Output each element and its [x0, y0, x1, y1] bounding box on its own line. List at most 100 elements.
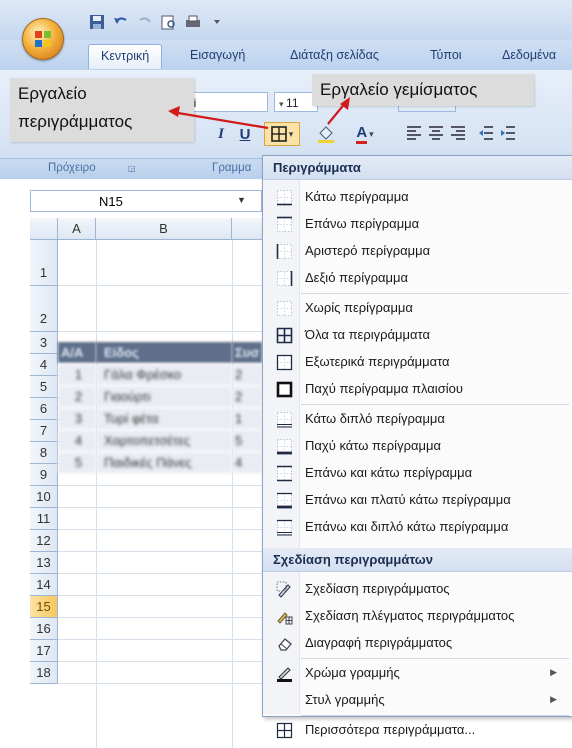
menu-item-thick-box-border[interactable]: Παχύ περίγραμμα πλαισίου — [263, 376, 572, 403]
menu-item-top-bottom-border[interactable]: Επάνω και κάτω περίγραμμα — [263, 460, 572, 487]
row-header[interactable]: 18 — [30, 662, 58, 684]
column-header-b[interactable]: B — [96, 218, 232, 240]
draw-border-grid-icon — [277, 612, 293, 625]
menu-item-draw-border[interactable]: Σχεδίαση περιγράμματος — [263, 576, 572, 603]
table-header-cell: Είδος — [96, 342, 232, 363]
table-cell[interactable]: Χαρτοπετσέτες — [96, 430, 232, 451]
menu-header-borders: Περιγράμματα — [263, 156, 572, 180]
outside-borders-icon — [276, 354, 293, 371]
menu-separator — [301, 658, 569, 659]
row-header[interactable]: 4 — [30, 354, 58, 376]
more-borders-icon — [276, 722, 293, 739]
menu-item-line-style[interactable]: Στυλ γραμμής ▶ — [263, 687, 572, 714]
column-header-a[interactable]: A — [58, 218, 96, 240]
table-cell[interactable]: 5 — [232, 430, 262, 451]
menu-item-label: Επάνω περίγραμμα — [305, 216, 420, 231]
menu-item-label: Διαγραφή περιγράμματος — [305, 635, 453, 650]
table-cell[interactable]: 1 — [58, 364, 96, 385]
bottom-double-border-icon — [277, 412, 292, 428]
row-header[interactable]: 9 — [30, 464, 58, 486]
no-border-icon — [277, 301, 292, 316]
menu-item-label: Εξωτερικά περιγράμματα — [305, 354, 450, 369]
menu-item-thick-bottom-border[interactable]: Παχύ κάτω περίγραμμα — [263, 433, 572, 460]
menu-item-draw-border-grid[interactable]: Σχεδίαση πλέγματος περιγράμματος — [263, 603, 572, 630]
row-header[interactable]: 17 — [30, 640, 58, 662]
thick-box-border-icon — [276, 381, 293, 398]
row-header[interactable]: 10 — [30, 486, 58, 508]
left-border-icon — [276, 244, 292, 259]
row-header[interactable]: 16 — [30, 618, 58, 640]
row-header[interactable]: 5 — [30, 376, 58, 398]
table-header-cell: Α/Α — [58, 342, 96, 363]
menu-separator — [301, 293, 569, 294]
top-double-bottom-border-icon — [277, 519, 292, 536]
row-header[interactable]: 1 — [30, 240, 58, 286]
row-header[interactable]: 3 — [30, 332, 58, 354]
all-borders-icon — [276, 327, 293, 344]
table-cell[interactable]: 5 — [58, 452, 96, 473]
menu-item-top-double-bottom-border[interactable]: Επάνω και διπλό κάτω περίγραμμα — [263, 514, 572, 541]
menu-item-label: Κάτω διπλό περίγραμμα — [305, 411, 445, 426]
row-header[interactable]: 8 — [30, 442, 58, 464]
menu-item-label: Επάνω και πλατύ κάτω περίγραμμα — [305, 492, 511, 507]
row-header[interactable]: 13 — [30, 552, 58, 574]
menu-item-label: Σχεδίαση περιγράμματος — [305, 581, 450, 596]
menu-item-erase-border[interactable]: Διαγραφή περιγράμματος — [263, 630, 572, 657]
table-cell[interactable]: Παιδικές Πάνες — [96, 452, 232, 473]
table-cell[interactable]: 2 — [58, 386, 96, 407]
table-header-cell: Συσ — [232, 342, 262, 363]
menu-item-label: Περισσότερα περιγράμματα... — [305, 722, 476, 737]
menu-item-left-border[interactable]: Αριστερό περίγραμμα — [263, 238, 572, 265]
menu-item-label: Χωρίς περίγραμμα — [305, 300, 413, 315]
right-border-icon — [277, 271, 293, 286]
menu-item-bottom-double-border[interactable]: Κάτω διπλό περίγραμμα — [263, 406, 572, 433]
table-cell[interactable]: 4 — [58, 430, 96, 451]
row-header[interactable]: 14 — [30, 574, 58, 596]
row-header[interactable]: 11 — [30, 508, 58, 530]
top-bottom-border-icon — [277, 465, 292, 482]
menu-item-label: Όλα τα περιγράμματα — [305, 327, 430, 342]
table-cell[interactable]: 2 — [232, 386, 262, 407]
menu-item-all-borders[interactable]: Όλα τα περιγράμματα — [263, 322, 572, 349]
table-cell[interactable]: 2 — [232, 364, 262, 385]
table-cell[interactable]: 4 — [232, 452, 262, 473]
row-header[interactable]: 6 — [30, 398, 58, 420]
table-cell[interactable]: 3 — [58, 408, 96, 429]
menu-item-outside-borders[interactable]: Εξωτερικά περιγράμματα — [263, 349, 572, 376]
border-callout-arrowhead — [168, 106, 180, 117]
menu-item-label: Παχύ κάτω περίγραμμα — [305, 438, 441, 453]
menu-item-bottom-border[interactable]: Κάτω περίγραμμα — [263, 184, 572, 211]
line-style-icon — [276, 692, 293, 709]
row-header[interactable]: 15 — [30, 596, 58, 618]
menu-item-right-border[interactable]: Δεξιό περίγραμμα — [263, 265, 572, 292]
menu-item-no-border[interactable]: Χωρίς περίγραμμα — [263, 295, 572, 322]
row-header[interactable]: 2 — [30, 286, 58, 332]
top-thick-bottom-border-icon — [277, 492, 292, 509]
top-border-icon — [277, 216, 292, 232]
thick-bottom-border-icon — [277, 439, 292, 455]
table-cell[interactable]: Γάλα Φρέσκο — [96, 364, 232, 385]
menu-item-top-thick-bottom-border[interactable]: Επάνω και πλατύ κάτω περίγραμμα — [263, 487, 572, 514]
menu-item-label: Χρώμα γραμμής — [305, 665, 400, 680]
border-callout-arrow — [171, 110, 269, 130]
menu-item-label: Παχύ περίγραμμα πλαισίου — [305, 381, 463, 396]
menu-header-draw-borders: Σχεδίαση περιγραμμάτων — [263, 548, 572, 572]
submenu-arrow-icon: ▶ — [550, 694, 557, 704]
menu-item-more-borders[interactable]: Περισσότερα περιγράμματα... — [263, 717, 572, 744]
table-cell[interactable]: Γιαούρτι — [96, 386, 232, 407]
menu-item-line-color[interactable]: Χρώμα γραμμής ▶ — [263, 660, 572, 687]
row-header[interactable]: 12 — [30, 530, 58, 552]
draw-border-icon — [276, 581, 291, 598]
row-header[interactable]: 7 — [30, 420, 58, 442]
select-all-corner[interactable] — [30, 218, 58, 240]
table-cell[interactable]: Τυρί φέτα — [96, 408, 232, 429]
menu-separator — [301, 404, 569, 405]
table-cell[interactable]: 1 — [232, 408, 262, 429]
menu-item-label: Επάνω και κάτω περίγραμμα — [305, 465, 473, 480]
menu-item-label: Επάνω και διπλό κάτω περίγραμμα — [305, 519, 509, 534]
borders-dropdown-menu: Περιγράμματα Κάτω περίγραμμα Επάνω περίγρ… — [262, 155, 572, 739]
menu-item-top-border[interactable]: Επάνω περίγραμμα — [263, 211, 572, 238]
submenu-arrow-icon: ▶ — [550, 667, 557, 677]
menu-item-label: Δεξιό περίγραμμα — [305, 270, 408, 285]
excel-window: Κεντρική Εισαγωγή Διάταξη σελίδας Τύποι … — [0, 0, 572, 748]
